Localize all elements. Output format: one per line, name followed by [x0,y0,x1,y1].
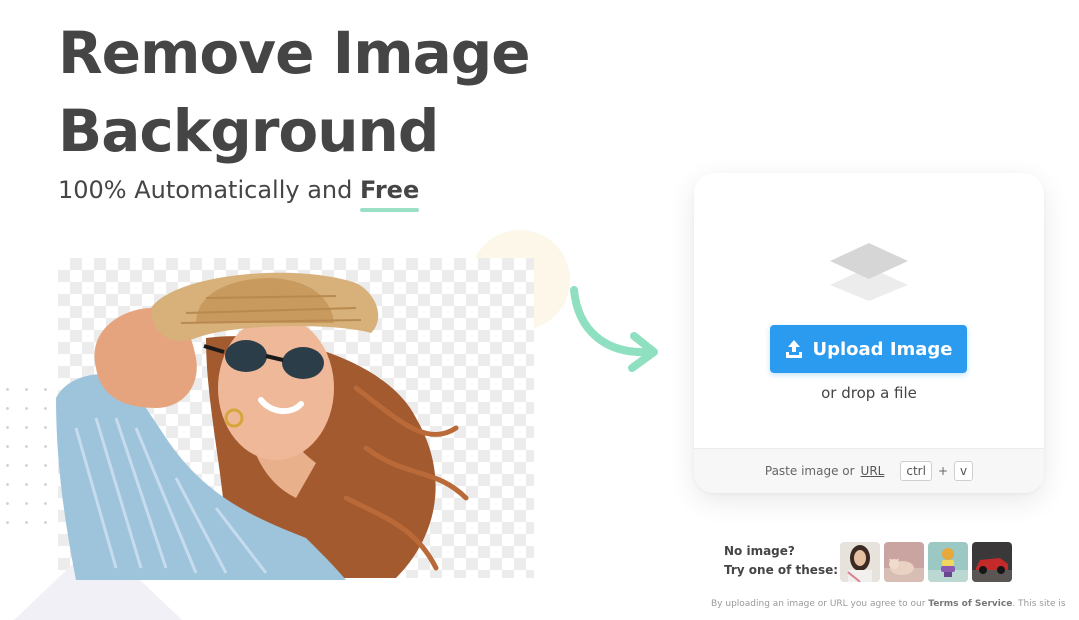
upload-icon [786,340,803,358]
curved-arrow-icon [570,286,658,372]
terms-notice: By uploading an image or URL you agree t… [711,599,1066,609]
sample-car[interactable] [972,542,1012,582]
sample-object[interactable] [928,542,968,582]
terms-prefix: By uploading an image or URL you agree t… [711,599,926,609]
try-these-line: Try one of these: [724,563,839,577]
subtitle-free: Free [359,176,420,212]
sample-portrait[interactable] [840,542,880,582]
paste-bar: Paste image or URL ctrl + v [694,448,1044,493]
upload-image-button[interactable]: Upload Image [770,325,967,373]
subtitle-text: 100% Automatically and [58,176,360,204]
upload-button-label: Upload Image [812,338,953,360]
no-image-line: No image? [724,544,795,558]
sample-animal[interactable] [884,542,924,582]
paste-text: Paste image or [764,464,855,478]
drop-file-text: or drop a file [821,384,917,402]
url-link[interactable]: URL [861,464,885,478]
v-key: v [954,461,974,481]
terms-suffix: . This site is [1012,599,1066,609]
sample-images [840,542,1012,582]
decorative-dot-grid [0,380,50,530]
subtitle: 100% Automatically and Free [58,176,420,212]
terms-of-service-link[interactable]: Terms of Service [928,599,1012,609]
sample-result-photo [56,272,469,580]
title-line-1: Remove Image [58,19,531,87]
right-lens [282,347,324,379]
no-image-prompt: No image? Try one of these: [724,542,838,580]
face-shape [218,316,334,460]
title-line-2: Background [58,97,439,165]
layers-icon [830,243,908,301]
plus-sign: + [937,464,948,478]
upload-card[interactable]: Upload Image or drop a file Paste image … [694,173,1044,493]
page-title: Remove Image Background [58,14,531,170]
left-lens [225,340,267,372]
ctrl-key: ctrl [900,461,932,481]
